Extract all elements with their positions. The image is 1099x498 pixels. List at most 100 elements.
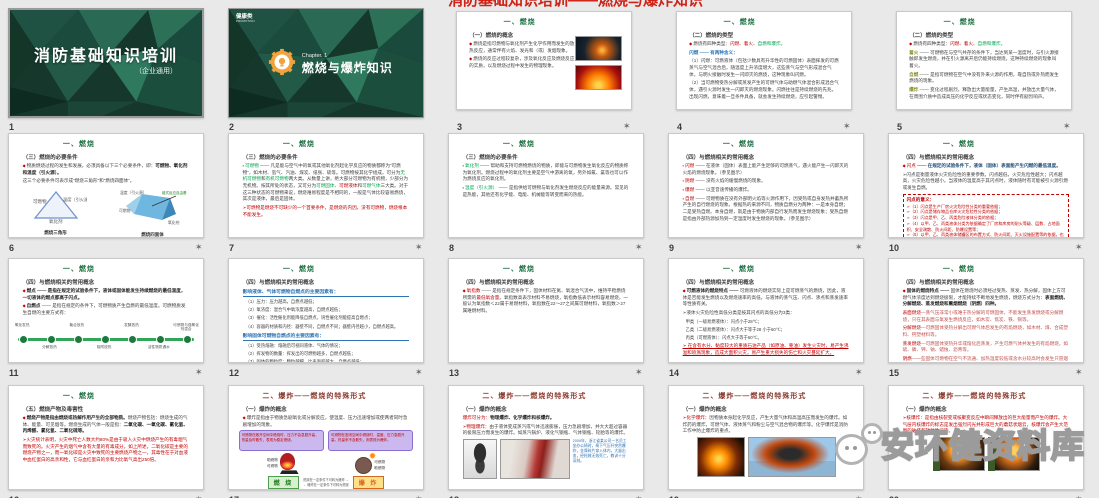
callout-bubble-right: 可燃物在密闭空间中燃烧时，温度、压力急剧升高，热量来不及散失，则表现为爆炸。 (328, 430, 413, 451)
slide-canvas: 二、爆炸——燃烧的特殊形式（一）爆炸的概念◆爆炸是指由于物质急剧氧化或分解反应，… (228, 385, 424, 490)
slide-canvas: 一、燃烧（四）与燃烧相关的常用概念◆氧指数 —— 是指在规定条件下，固体材料在氮… (448, 258, 644, 363)
cover-title: 消防基础知识培训 (10, 42, 202, 66)
flame-icon (280, 453, 299, 474)
svg-text:氧化剂: 氧化剂 (168, 220, 180, 225)
bullet-marker: ◆ (23, 415, 26, 420)
slide-title: 一、燃烧 (896, 17, 1047, 27)
photo-caption: 2009年，浙江省某公司一名员工坐办公椅时，椅下气压杆突然爆炸，金属碎片穿入体内… (573, 439, 630, 465)
diagram-caption: 燃烧三角形 (25, 230, 87, 236)
bullet-marker: ◆ (243, 415, 246, 420)
slide-title: 二、爆炸——燃烧的特殊形式 (668, 391, 851, 401)
text-line: （1）压力：压力越高，自燃点越低； (246, 299, 410, 305)
text-line: （1）闪燃：可燃液体（包括少数具有升华性的可燃固体）表面挥发的可燃蒸气与空气混合… (689, 58, 839, 78)
bullet-marker: ◆ (903, 288, 906, 293)
text-line: （4）容器的材质和内径：器壁不同，自燃点不同；器壁内径越小，自燃点越高。 (246, 324, 410, 330)
bullet-marker: ▪ (243, 163, 244, 168)
chapter-title: 燃烧与爆炸知识 (302, 59, 393, 76)
diagram-caption: 燃烧四面体 (118, 232, 188, 238)
svg-text:氧化剂: 氧化剂 (49, 218, 63, 224)
text-line: 爆炸可分为：物理爆炸、化学爆炸和核爆炸。 (463, 415, 630, 422)
photo-chair (463, 439, 497, 479)
slide-number-label: 8 (449, 243, 454, 253)
animation-indicator-icon: ✶ (623, 122, 631, 131)
slide-title: 一、燃烧 (888, 264, 1056, 274)
text-line: 表面燃烧—蒸气压非常小或难于热分解的可燃固体，不能发生蒸发燃烧或分解燃烧，只在其… (903, 310, 1070, 323)
slide-heading: （一）爆炸的概念 (683, 405, 850, 413)
animation-indicator-icon: ✶ (195, 368, 203, 377)
bullet-marker: ▪ (683, 187, 684, 192)
text-line: 闪燃 —— 有两种含义： (689, 50, 839, 57)
slide-body: 爆炸可分为：物理爆炸、化学爆炸和核爆炸。➢物理爆炸：由于液体变成蒸汽或气体迅速膨… (463, 415, 630, 437)
slide-canvas: 一、燃烧（四）与燃烧相关的常用概念▪闪燃 —— 在液体（固体）表面上能产生足够的… (668, 133, 864, 238)
brand-logo: 健康类PROMOTION (236, 14, 255, 23)
text-line: ▪可燃物 —— 凡是能与空气中的氧或其他氧化剂起化学反应的物质都称为“可燃物”，… (243, 163, 410, 203)
fire-diagrams: 可燃物 温度（引火源） 氧化剂燃烧三角形 温度（引火源）可燃物氧化剂链式反应自由基燃烧… (9, 188, 203, 238)
timeline-node (19, 335, 28, 344)
text-subheading: 影响液体、气体可燃物自燃点的主要因素有： (243, 288, 410, 297)
slide-title: 二、爆炸——燃烧的特殊形式 (888, 391, 1071, 401)
bullet-marker: ▪ (683, 196, 684, 201)
flashpoint-significance-box: 闪点的意义：➢（1）闪点是生产厂房火灾危险性分类的重要依据；➢（2）闪点是储存物… (903, 194, 1070, 238)
svg-text:可燃物: 可燃物 (33, 198, 47, 205)
slide-media-photos (683, 437, 850, 477)
slide-number-label: 11 (9, 368, 19, 378)
text-line: 阴燃—一些固体可燃物在空气不流通、加热温度较低或含水分较高时会发生只冒烟而无火焰… (903, 356, 1070, 363)
bullet-marker: ◆ (469, 41, 472, 46)
slide-canvas: 一、燃烧（二）燃烧的类型◆燃烧有四种类型：闪燃、着火、自燃和爆炸。着火 —— 可… (896, 11, 1072, 110)
slide-number-label: 10 (889, 243, 899, 253)
bullet-marker: ▪ (683, 163, 684, 168)
text-line: ➢可燃物是燃烧不可缺少的一个首要条件，是燃烧的内因，没有可燃物，燃烧根本不能发生… (243, 205, 410, 218)
slide-number-label: 14 (669, 368, 679, 378)
slide-body: 影响液体、气体可燃物自燃点的主要因素有： （1）压力：压力越高，自燃点越低； （2）… (243, 288, 410, 363)
text-line: （2）氧浓度：混合气中氧浓度越高，自燃点越低； (246, 307, 410, 313)
text-line: ➢ 在含有水分、黏度较大的重质石油产品（如原油、重油）发生火灾时，易产生沸溢和喷… (683, 343, 850, 356)
slide-body: ◆固体的燃烧特点 —— 固体在燃烧时必须经过受热、蒸发、热分解，固体上方可燃气体… (903, 288, 1070, 363)
fire-tetrahedron-diagram: 温度（引火源）可燃物氧化剂链式反应自由基燃烧四面体 (118, 188, 188, 238)
slide-heading: （三）燃烧的必要条件 (463, 153, 630, 161)
bullet-marker: ◆ (463, 288, 466, 293)
text-line: （1）受热熔融：熔融后可视同液体、气体的情况； (246, 343, 410, 349)
text-line: ▪温度（引火源） —— 是指供给可燃物与氧化剂发生燃烧反应的能量来源。常见的是热… (463, 185, 630, 198)
text-line: 自燃 —— 是指可燃物在空气中没有外来火源的作用，靠自热或外热而发生燃烧的现象。 (909, 72, 1059, 85)
text-line: 蒸发燃烧—可燃固体受热升华或熔化后蒸发，产生可燃气体并发生的有焰燃烧，如硫、磷、… (903, 341, 1070, 354)
animation-indicator-icon: ✶ (1075, 243, 1083, 252)
timeline-label: 发酵放热 (117, 323, 145, 327)
slide-heading: （三）燃烧的必要条件 (23, 153, 190, 161)
slide-title: 二、爆炸——燃烧的特殊形式 (228, 391, 411, 401)
text-line: （3）固体的颗粒度：颗粒越细，比表面积越大，自燃点越低； (246, 359, 410, 363)
text-subheading: 影响固体可燃物自燃点的主要因素有： (243, 332, 410, 341)
slide-heading: （四）与燃烧相关的常用概念 (683, 153, 850, 161)
timeline-label: 吸附放热 (90, 345, 118, 349)
timeline-label: 可燃物与强氧化剂混合 (172, 323, 200, 332)
slide-body: ◆物质燃烧过程的发生和发展，必须具备以下三个必要条件，即：可燃物、氧化剂和温度（… (23, 163, 190, 185)
bullet-marker: ◆ (23, 163, 26, 168)
animation-indicator-icon: ✶ (415, 243, 423, 252)
text-line: ▪闪燃 —— 在液体（固体）表面上能产生足够的可燃蒸气，遇火能产生一闪即灭的火焰… (683, 163, 850, 176)
slide-title: 二、爆炸——燃烧的特殊形式 (448, 391, 631, 401)
slide-title: 一、燃烧 (8, 391, 176, 401)
photo-torch (575, 36, 622, 61)
gear-bulb-icon (268, 48, 296, 81)
text-line: 爆炸 —— 变化过程剧烈，释放出大量能量，产生高温，并放出大量气体，在周围介质中… (909, 87, 1059, 100)
timeline-node (47, 335, 56, 344)
watermark: 安环健资料库 (834, 419, 1085, 467)
text-line: ◆闪点 —— 在规定的试验条件下，液体（固体）表面能产生闪燃的最低温度。 (903, 163, 1070, 170)
slide-heading: （四）与燃烧相关的常用概念 (23, 278, 190, 286)
slide-heading: （三）燃烧的必要条件 (243, 153, 410, 161)
timeline-label: 氧化发热 (8, 323, 36, 327)
text-line: 这三个必要条件可表示成“燃烧三角形”和“燃烧四面体”。 (23, 178, 190, 185)
slide-heading: （四）与燃烧相关的常用概念 (683, 278, 850, 286)
text-line: ◆燃烧的反应过程较复杂，涉及氧化反应及燃烧反应的实质，以及燃烧过程中发生的物理现… (469, 56, 577, 69)
animation-indicator-icon: ✶ (1063, 122, 1071, 131)
box-heading: 闪点的意义： (907, 197, 1066, 203)
slide-number-label: 7 (229, 243, 234, 253)
svg-text:温度（引火源）: 温度（引火源） (120, 190, 147, 195)
text-line: ◆燃烧有四种类型：闪燃、着火、自燃和爆炸。 (689, 41, 839, 48)
animation-indicator-icon: ✶ (195, 243, 203, 252)
slide-canvas: 一、燃烧（三）燃烧的必要条件▪氧化剂 —— 帮助和支持可燃物燃烧的物质，即能与可… (448, 133, 644, 238)
slide-canvas: 一、燃烧（三）燃烧的必要条件◆物质燃烧过程的发生和发展，必须具备以下三个必要条件… (8, 133, 204, 238)
explosion-label-box: 爆 炸 (353, 476, 385, 489)
text-line: ▪自燃 —— 可燃物质在没有外部明火焰等火源作用下，因受热或自身发热并蓄热所产生… (683, 196, 850, 223)
callout-bubble-left: 可燃物在敞开空间中燃烧时，压力不会急剧升高，热量及时散失，表现为稳定燃烧。 (239, 430, 324, 451)
bullet-marker: ▪ (463, 163, 464, 168)
